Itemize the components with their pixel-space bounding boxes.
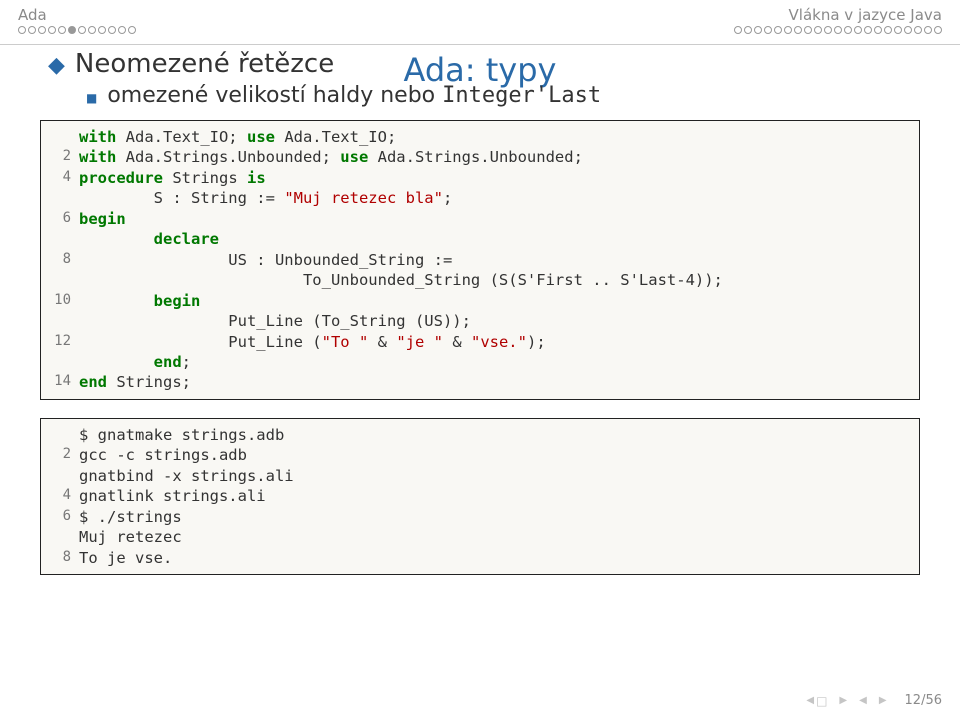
line-number: 4 <box>51 486 79 506</box>
code-line: $ ./strings <box>79 507 182 527</box>
line-number <box>51 229 79 249</box>
progress-dot[interactable] <box>78 26 86 34</box>
progress-dot[interactable] <box>98 26 106 34</box>
progress-dot[interactable] <box>934 26 942 34</box>
line-number: 8 <box>51 250 79 270</box>
progress-dot[interactable] <box>128 26 136 34</box>
code-line: Put_Line ("To " & "je " & "vse."); <box>79 332 546 352</box>
progress-dot[interactable] <box>924 26 932 34</box>
progress-dot[interactable] <box>88 26 96 34</box>
bullet-level2: ■ omezené velikostí haldy nebo Integer'L… <box>86 83 920 108</box>
code-line: S : String := "Muj retezec bla"; <box>79 188 452 208</box>
code-line: $ gnatmake strings.adb <box>79 425 284 445</box>
line-number <box>51 425 79 445</box>
bullet-level2-prefix: omezené velikostí haldy nebo <box>107 83 442 108</box>
line-number <box>51 127 79 147</box>
progress-dot[interactable] <box>744 26 752 34</box>
slide-header: Ada Vlákna v jazyce Java <box>0 0 960 24</box>
progress-dot[interactable] <box>774 26 782 34</box>
progress-dots-left <box>18 26 136 34</box>
code-line: gnatlink strings.ali <box>79 486 266 506</box>
progress-dot[interactable] <box>58 26 66 34</box>
code-line: end Strings; <box>79 372 191 392</box>
progress-dot[interactable] <box>864 26 872 34</box>
progress-dot[interactable] <box>884 26 892 34</box>
line-number <box>51 466 79 486</box>
bullet-level1-text: Neomezené řetězce <box>75 49 334 79</box>
header-left: Ada <box>18 6 47 24</box>
line-number: 6 <box>51 209 79 229</box>
line-number: 2 <box>51 445 79 465</box>
progress-dot[interactable] <box>784 26 792 34</box>
code-line: begin <box>79 209 126 229</box>
line-number <box>51 527 79 547</box>
line-number <box>51 270 79 290</box>
code-line: procedure Strings is <box>79 168 266 188</box>
line-number: 8 <box>51 548 79 568</box>
progress-dot[interactable] <box>108 26 116 34</box>
code-line: gnatbind -x strings.ali <box>79 466 294 486</box>
code-listing-ada: with Ada.Text_IO; use Ada.Text_IO;2with … <box>40 120 920 400</box>
bullet-level2-code: Integer'Last <box>442 83 601 108</box>
nav-next-slide-icon[interactable]: ▶ <box>879 694 887 708</box>
line-number: 6 <box>51 507 79 527</box>
progress-dot[interactable] <box>824 26 832 34</box>
slide-content: Ada: typy ◆ Neomezené řetězce ■ omezené … <box>0 51 960 575</box>
line-number: 4 <box>51 168 79 188</box>
header-right: Vlákna v jazyce Java <box>789 6 942 24</box>
progress-dot[interactable] <box>754 26 762 34</box>
line-number <box>51 352 79 372</box>
progress-dots <box>0 24 960 44</box>
line-number <box>51 188 79 208</box>
progress-dot[interactable] <box>904 26 912 34</box>
code-line: with Ada.Strings.Unbounded; use Ada.Stri… <box>79 147 583 167</box>
progress-dot[interactable] <box>764 26 772 34</box>
bullet-level2-text: omezené velikostí haldy nebo Integer'Las… <box>107 83 601 108</box>
progress-dot[interactable] <box>38 26 46 34</box>
code-line: with Ada.Text_IO; use Ada.Text_IO; <box>79 127 396 147</box>
progress-dot[interactable] <box>804 26 812 34</box>
progress-dot[interactable] <box>68 26 76 34</box>
code-listing-shell: $ gnatmake strings.adb2gcc -c strings.ad… <box>40 418 920 575</box>
line-number: 10 <box>51 291 79 311</box>
slide-footer: ◀□ ▶ ◀ ▶ 12/56 <box>806 693 942 708</box>
progress-dot[interactable] <box>874 26 882 34</box>
progress-dot[interactable] <box>834 26 842 34</box>
progress-dot[interactable] <box>118 26 126 34</box>
progress-dot[interactable] <box>48 26 56 34</box>
progress-dots-right <box>734 26 942 34</box>
nav-prev-section-icon[interactable]: ◀□ <box>806 694 827 708</box>
progress-dot[interactable] <box>844 26 852 34</box>
diamond-icon: ◆ <box>48 53 65 78</box>
line-number: 2 <box>51 147 79 167</box>
progress-dot[interactable] <box>894 26 902 34</box>
nav-prev-slide-icon[interactable]: ◀ <box>859 694 867 708</box>
code-line: end; <box>79 352 191 372</box>
code-line: begin <box>79 291 200 311</box>
nav-icons[interactable]: ◀□ ▶ ◀ ▶ <box>806 694 886 708</box>
progress-dot[interactable] <box>28 26 36 34</box>
progress-dot[interactable] <box>794 26 802 34</box>
code-line: Put_Line (To_String (US)); <box>79 311 471 331</box>
code-line: declare <box>79 229 219 249</box>
code-line: To_Unbounded_String (S(S'First .. S'Last… <box>79 270 723 290</box>
square-icon: ■ <box>86 91 97 105</box>
code-line: gcc -c strings.adb <box>79 445 247 465</box>
progress-dot[interactable] <box>18 26 26 34</box>
progress-dot[interactable] <box>814 26 822 34</box>
line-number <box>51 311 79 331</box>
code-line: US : Unbounded_String := <box>79 250 452 270</box>
header-separator <box>0 44 960 45</box>
nav-next-section-icon[interactable]: ▶ <box>839 694 847 708</box>
code-line: Muj retezec <box>79 527 182 547</box>
page-counter: 12/56 <box>905 693 942 708</box>
progress-dot[interactable] <box>914 26 922 34</box>
code-line: To je vse. <box>79 548 172 568</box>
progress-dot[interactable] <box>734 26 742 34</box>
line-number: 12 <box>51 332 79 352</box>
progress-dot[interactable] <box>854 26 862 34</box>
line-number: 14 <box>51 372 79 392</box>
